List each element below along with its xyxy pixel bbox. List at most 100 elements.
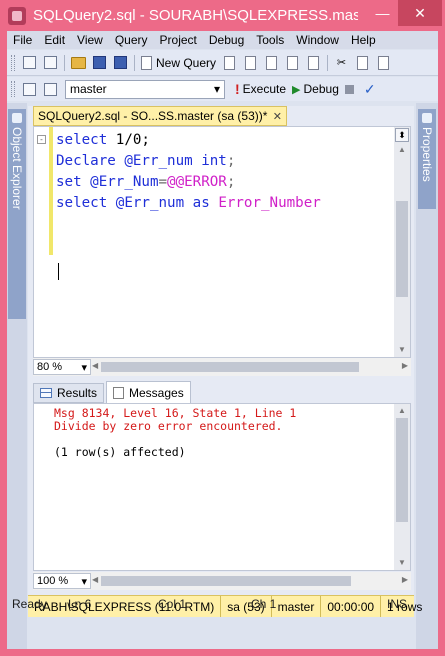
code-token: @@ERROR: [167, 174, 227, 190]
editor-horizontal-scrollbar[interactable]: ◀ ▶: [91, 359, 411, 375]
menu-query[interactable]: Query: [109, 33, 154, 47]
messages-pane[interactable]: Msg 8134, Level 16, State 1, Line 1 Divid…: [33, 403, 411, 571]
status-ins: INS: [387, 597, 408, 611]
paste-icon[interactable]: [375, 55, 392, 71]
chevron-down-icon: ▾: [81, 361, 87, 374]
parse-check-icon[interactable]: ✓: [364, 81, 376, 98]
database-engine-query-icon[interactable]: [221, 55, 238, 71]
pin-icon[interactable]: [422, 113, 432, 123]
available-databases-dropdown[interactable]: master ▾: [65, 79, 225, 99]
new-project-icon[interactable]: [42, 55, 59, 71]
connect-icon[interactable]: [21, 55, 38, 71]
left-dock-strip: Object Explorer: [7, 103, 27, 649]
editor-zoom-select[interactable]: 80 % ▾: [33, 359, 91, 375]
menu-view[interactable]: View: [71, 33, 109, 47]
close-button[interactable]: ✕: [398, 0, 442, 26]
sql-editor[interactable]: - select 1/0; Declare @Err_num int; set @E…: [33, 126, 411, 358]
database-value: master: [70, 82, 107, 96]
code-token: as: [192, 195, 210, 211]
scroll-up-icon[interactable]: ▲: [394, 406, 410, 415]
save-all-icon[interactable]: [112, 55, 129, 71]
scroll-down-icon[interactable]: ▼: [394, 345, 410, 354]
code-token: select: [56, 132, 108, 148]
cancel-query-icon[interactable]: [344, 84, 354, 94]
object-explorer-tab[interactable]: Object Explorer: [8, 109, 26, 319]
right-dock-strip: Properties: [416, 103, 438, 649]
editor-vertical-scrollbar[interactable]: ⬍ ▲ ▼: [394, 127, 410, 357]
code-token: =: [158, 174, 168, 190]
toolbar-grip[interactable]: [11, 81, 15, 97]
code-line[interactable]: select @Err_num as Error_Number: [56, 193, 321, 214]
scroll-left-icon[interactable]: ◀: [92, 575, 98, 584]
messages-text: Msg 8134, Level 16, State 1, Line 1 Divid…: [54, 407, 296, 459]
menu-tools[interactable]: Tools: [250, 33, 290, 47]
code-token: set: [56, 174, 82, 190]
scroll-thumb[interactable]: [101, 362, 359, 372]
code-line[interactable]: select 1/0;: [56, 130, 321, 151]
new-query-label: New Query: [156, 55, 217, 70]
dmx-query-icon[interactable]: [263, 55, 280, 71]
save-icon[interactable]: [91, 55, 108, 71]
open-folder-icon[interactable]: [70, 55, 87, 71]
status-char: Ch 1: [251, 597, 277, 611]
title-bar: SQLQuery2.sql - SOURABH\SQLEXPRESS.mas —…: [0, 0, 445, 31]
results-horizontal-scrollbar[interactable]: ◀ ▶: [91, 573, 411, 589]
debug-button[interactable]: Debug: [304, 82, 339, 96]
menu-help[interactable]: Help: [345, 33, 382, 47]
scroll-thumb[interactable]: [101, 576, 351, 586]
menu-file[interactable]: File: [7, 33, 38, 47]
changed-lines-marker: [49, 127, 53, 255]
copy-icon[interactable]: [354, 55, 371, 71]
scroll-left-icon[interactable]: ◀: [92, 361, 98, 370]
code-line[interactable]: set @Err_Num=@@ERROR;: [56, 172, 321, 193]
analysis-query-icon[interactable]: [242, 55, 259, 71]
app-status-bar: Ready Ln 6 Col 1 Ch 1 INS: [0, 592, 445, 614]
editor-zoom-row: 80 % ▾ ◀ ▶: [33, 358, 411, 376]
debug-play-icon[interactable]: ▶: [292, 83, 300, 96]
query-document-tab[interactable]: SQLQuery2.sql - SO...SS.master (sa (53))…: [33, 106, 287, 126]
mdx-query-icon[interactable]: [305, 55, 322, 71]
change-connection-icon[interactable]: [21, 81, 38, 97]
scroll-up-icon[interactable]: ▲: [394, 145, 410, 154]
document-area: SQLQuery2.sql - SO...SS.master (sa (53))…: [28, 106, 414, 615]
menu-edit[interactable]: Edit: [38, 33, 71, 47]
toolbar-separator: [327, 54, 329, 71]
tab-results[interactable]: Results: [33, 383, 105, 403]
toolbar-separator: [134, 54, 135, 71]
pin-icon[interactable]: [12, 113, 22, 123]
tab-results-label: Results: [57, 386, 98, 400]
results-zoom-select[interactable]: 100 % ▾: [33, 573, 91, 589]
messages-vertical-scrollbar[interactable]: ▲ ▼: [394, 404, 410, 570]
scroll-right-icon[interactable]: ▶: [402, 575, 408, 584]
execute-icon[interactable]: !: [235, 81, 240, 97]
cut-icon[interactable]: ✂: [333, 55, 350, 71]
properties-label: Properties: [420, 127, 434, 182]
new-query-button[interactable]: New Query: [138, 55, 219, 70]
menu-window[interactable]: Window: [290, 33, 345, 47]
app-frame: File Edit View Query Project Debug Tools…: [7, 31, 438, 649]
xmla-query-icon[interactable]: [284, 55, 301, 71]
code-line[interactable]: Declare @Err_num int;: [56, 151, 321, 172]
results-tab-strip: Results Messages: [33, 381, 411, 403]
code-text[interactable]: select 1/0; Declare @Err_num int; set @Err…: [56, 130, 321, 214]
menu-debug[interactable]: Debug: [203, 33, 250, 47]
split-window-icon[interactable]: ⬍: [395, 128, 409, 142]
tab-messages[interactable]: Messages: [106, 381, 191, 403]
close-icon[interactable]: ✕: [273, 110, 282, 123]
code-token: ;: [226, 153, 236, 169]
minimize-button[interactable]: —: [369, 0, 396, 26]
error-message-line: Divide by zero error encountered.: [54, 419, 283, 433]
sql-editor-toolbar: master ▾ ! Execute ▶ Debug ✓: [7, 77, 438, 101]
scroll-down-icon[interactable]: ▼: [394, 558, 410, 567]
toolbar-grip[interactable]: [11, 54, 15, 71]
status-column: Col 1: [158, 597, 187, 611]
menu-project[interactable]: Project: [154, 33, 203, 47]
status-ready: Ready: [12, 597, 47, 611]
collapse-region-icon[interactable]: -: [37, 135, 46, 144]
scroll-thumb[interactable]: [396, 418, 408, 522]
scroll-thumb[interactable]: [396, 201, 408, 297]
properties-tab[interactable]: Properties: [418, 109, 436, 209]
execute-button[interactable]: Execute: [243, 82, 286, 96]
available-databases-icon[interactable]: [42, 81, 59, 97]
scroll-right-icon[interactable]: ▶: [402, 361, 408, 370]
